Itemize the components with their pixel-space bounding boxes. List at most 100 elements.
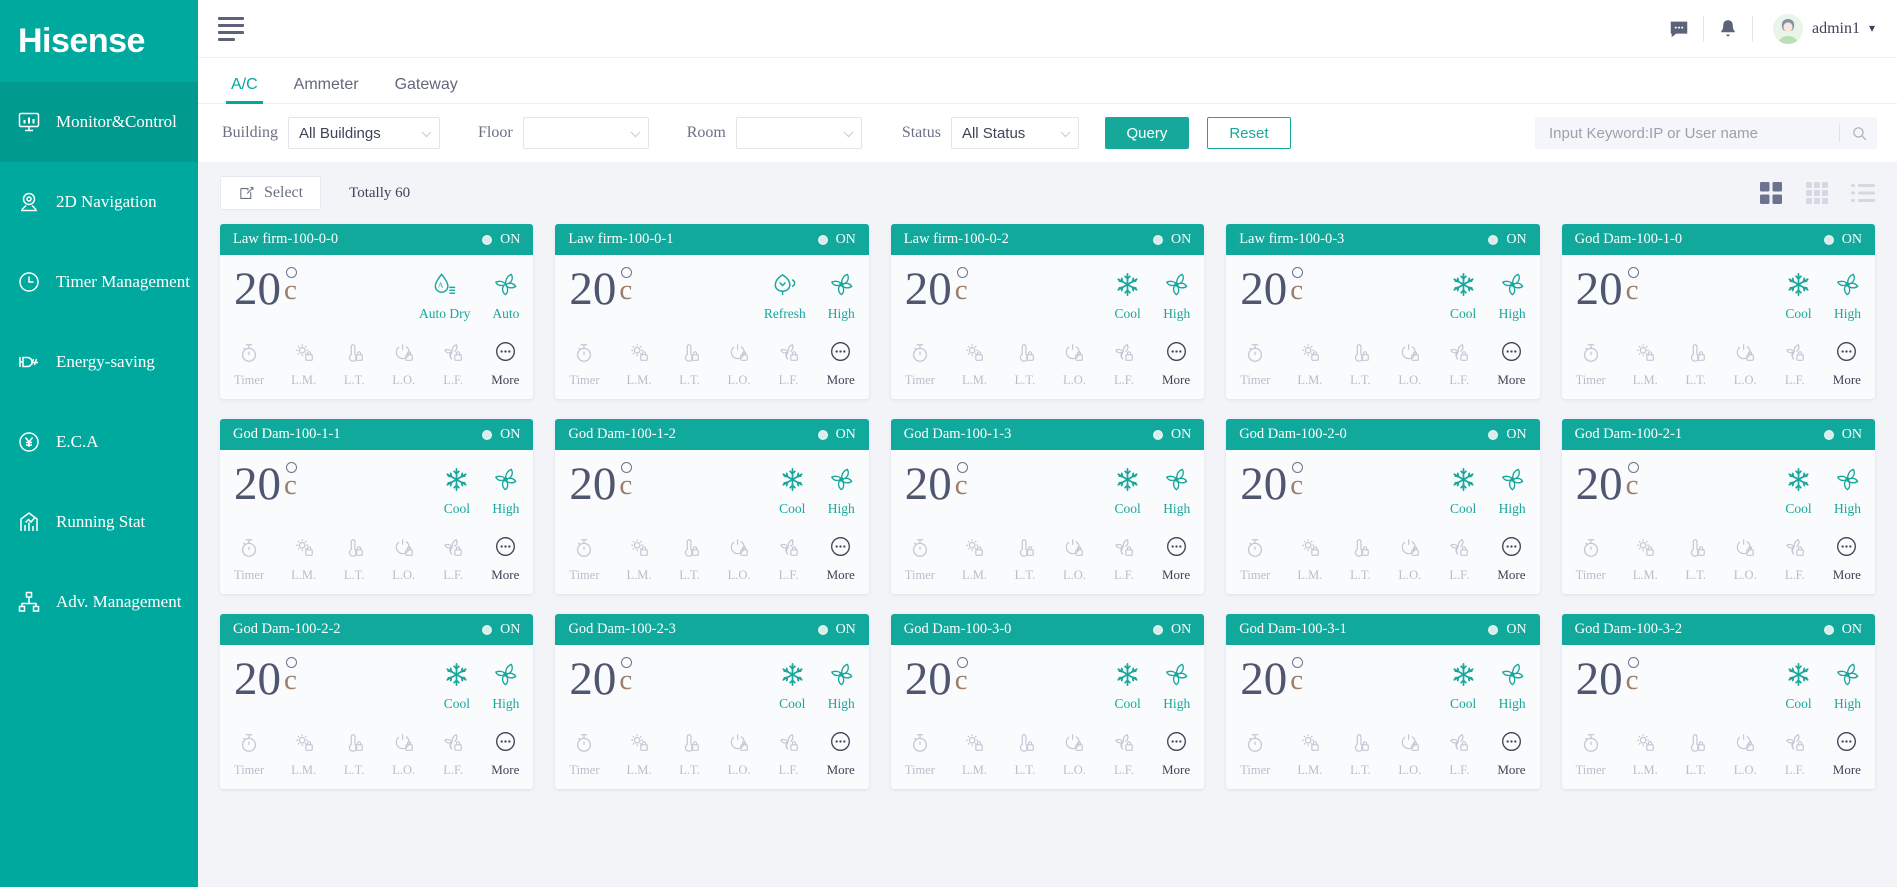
device-card[interactable]: God Dam-100-2-0ON20cCoolHighTimerL.M.L.T… <box>1226 419 1539 594</box>
mode-button[interactable]: Cool <box>443 661 470 712</box>
power-status[interactable]: ON <box>1488 622 1526 638</box>
card-action-more[interactable]: More <box>1162 340 1190 388</box>
card-action-more[interactable]: More <box>827 340 855 388</box>
card-action-lm[interactable]: L.M. <box>1297 537 1322 583</box>
device-card[interactable]: God Dam-100-3-1ON20cCoolHighTimerL.M.L.T… <box>1226 614 1539 789</box>
device-card[interactable]: God Dam-100-2-3ON20cCoolHighTimerL.M.L.T… <box>555 614 868 789</box>
card-action-lf[interactable]: L.F. <box>1113 732 1135 778</box>
card-action-lo[interactable]: L.O. <box>1398 732 1421 778</box>
grid-small-icon[interactable] <box>1805 181 1829 205</box>
card-action-lt[interactable]: L.T. <box>679 732 701 778</box>
power-status[interactable]: ON <box>1153 232 1191 248</box>
card-action-more[interactable]: More <box>1497 730 1525 778</box>
sidebar-item-2d-navigation[interactable]: 2D Navigation <box>0 162 198 242</box>
card-action-lo[interactable]: L.O. <box>1398 342 1421 388</box>
card-action-lf[interactable]: L.F. <box>1448 732 1470 778</box>
card-action-more[interactable]: More <box>491 340 519 388</box>
sidebar-item-timer-management[interactable]: Timer Management <box>0 242 198 322</box>
card-action-lo[interactable]: L.O. <box>1398 537 1421 583</box>
card-action-lt[interactable]: L.T. <box>1685 342 1707 388</box>
card-action-timer[interactable]: Timer <box>234 342 264 388</box>
user-menu[interactable]: admin1 ▾ <box>1753 14 1875 44</box>
card-action-timer[interactable]: Timer <box>1240 342 1270 388</box>
fan-speed-button[interactable]: High <box>1499 466 1526 517</box>
fan-speed-button[interactable]: High <box>492 661 519 712</box>
card-action-lt[interactable]: L.T. <box>1349 537 1371 583</box>
card-action-lm[interactable]: L.M. <box>291 537 316 583</box>
card-action-more[interactable]: More <box>1833 535 1861 583</box>
card-action-timer[interactable]: Timer <box>569 732 599 778</box>
card-action-lt[interactable]: L.T. <box>1014 342 1036 388</box>
fan-speed-button[interactable]: High <box>1499 271 1526 322</box>
fan-speed-button[interactable]: High <box>828 271 855 322</box>
card-action-lt[interactable]: L.T. <box>343 732 365 778</box>
sidebar-item-adv-management[interactable]: Adv. Management <box>0 562 198 642</box>
card-action-more[interactable]: More <box>1833 340 1861 388</box>
card-action-lf[interactable]: L.F. <box>1113 537 1135 583</box>
card-action-timer[interactable]: Timer <box>569 342 599 388</box>
card-action-lf[interactable]: L.F. <box>442 537 464 583</box>
power-status[interactable]: ON <box>818 232 856 248</box>
device-card[interactable]: Law firm-100-0-3ON20cCoolHighTimerL.M.L.… <box>1226 224 1539 399</box>
mode-button[interactable]: Cool <box>1785 271 1812 322</box>
search-icon[interactable] <box>1849 123 1869 143</box>
building-select[interactable]: All Buildings <box>288 117 440 149</box>
card-action-timer[interactable]: Timer <box>234 537 264 583</box>
mode-button[interactable]: Cool <box>1450 466 1477 517</box>
mode-button[interactable]: Cool <box>443 466 470 517</box>
card-action-timer[interactable]: Timer <box>905 342 935 388</box>
card-action-lo[interactable]: L.O. <box>728 342 751 388</box>
card-action-more[interactable]: More <box>491 730 519 778</box>
tab-a-c[interactable]: A/C <box>216 76 273 103</box>
list-view-icon[interactable] <box>1851 181 1875 205</box>
floor-select[interactable] <box>523 117 649 149</box>
mode-button[interactable]: AAuto Dry <box>419 271 470 322</box>
card-action-more[interactable]: More <box>1497 535 1525 583</box>
device-card[interactable]: God Dam-100-1-0ON20cCoolHighTimerL.M.L.T… <box>1562 224 1875 399</box>
card-action-more[interactable]: More <box>1497 340 1525 388</box>
card-action-timer[interactable]: Timer <box>1576 537 1606 583</box>
card-action-lm[interactable]: L.M. <box>962 537 987 583</box>
card-action-more[interactable]: More <box>827 535 855 583</box>
card-action-lt[interactable]: L.T. <box>1685 732 1707 778</box>
card-action-more[interactable]: More <box>1162 730 1190 778</box>
fan-speed-button[interactable]: High <box>492 466 519 517</box>
power-status[interactable]: ON <box>1153 622 1191 638</box>
card-action-timer[interactable]: Timer <box>1576 342 1606 388</box>
sidebar-item-e-c-a[interactable]: E.C.A <box>0 402 198 482</box>
device-card[interactable]: Law firm-100-0-0ON20cAAuto DryAAutoTimer… <box>220 224 533 399</box>
card-action-lo[interactable]: L.O. <box>1063 732 1086 778</box>
device-card[interactable]: God Dam-100-3-2ON20cCoolHighTimerL.M.L.T… <box>1562 614 1875 789</box>
chat-bubble-icon[interactable] <box>1655 12 1703 46</box>
card-action-lf[interactable]: L.F. <box>778 342 800 388</box>
power-status[interactable]: ON <box>482 232 520 248</box>
mode-button[interactable]: Cool <box>1785 661 1812 712</box>
card-action-more[interactable]: More <box>827 730 855 778</box>
fan-speed-button[interactable]: High <box>1163 661 1190 712</box>
mode-button[interactable]: Cool <box>1450 271 1477 322</box>
card-action-lo[interactable]: L.O. <box>392 342 415 388</box>
device-card[interactable]: Law firm-100-0-1ON20cRefreshHighTimerL.M… <box>555 224 868 399</box>
fan-speed-button[interactable]: High <box>1834 466 1861 517</box>
power-status[interactable]: ON <box>1153 427 1191 443</box>
card-action-timer[interactable]: Timer <box>905 537 935 583</box>
card-action-lo[interactable]: L.O. <box>1063 342 1086 388</box>
card-action-lf[interactable]: L.F. <box>1448 342 1470 388</box>
room-select[interactable] <box>736 117 862 149</box>
card-action-more[interactable]: More <box>491 535 519 583</box>
fan-speed-button[interactable]: High <box>1163 466 1190 517</box>
reset-button[interactable]: Reset <box>1207 117 1291 149</box>
card-action-lf[interactable]: L.F. <box>778 732 800 778</box>
power-status[interactable]: ON <box>1488 232 1526 248</box>
mode-button[interactable]: Refresh <box>764 271 806 322</box>
search-input[interactable] <box>1549 125 1839 142</box>
card-action-lf[interactable]: L.F. <box>1784 537 1806 583</box>
mode-button[interactable]: Cool <box>779 466 806 517</box>
card-action-lf[interactable]: L.F. <box>778 537 800 583</box>
card-action-lo[interactable]: L.O. <box>392 732 415 778</box>
card-action-lt[interactable]: L.T. <box>1685 537 1707 583</box>
fan-speed-button[interactable]: High <box>1499 661 1526 712</box>
card-action-lm[interactable]: L.M. <box>1297 342 1322 388</box>
mode-button[interactable]: Cool <box>779 661 806 712</box>
sidebar-item-energy-saving[interactable]: Energy-saving <box>0 322 198 402</box>
